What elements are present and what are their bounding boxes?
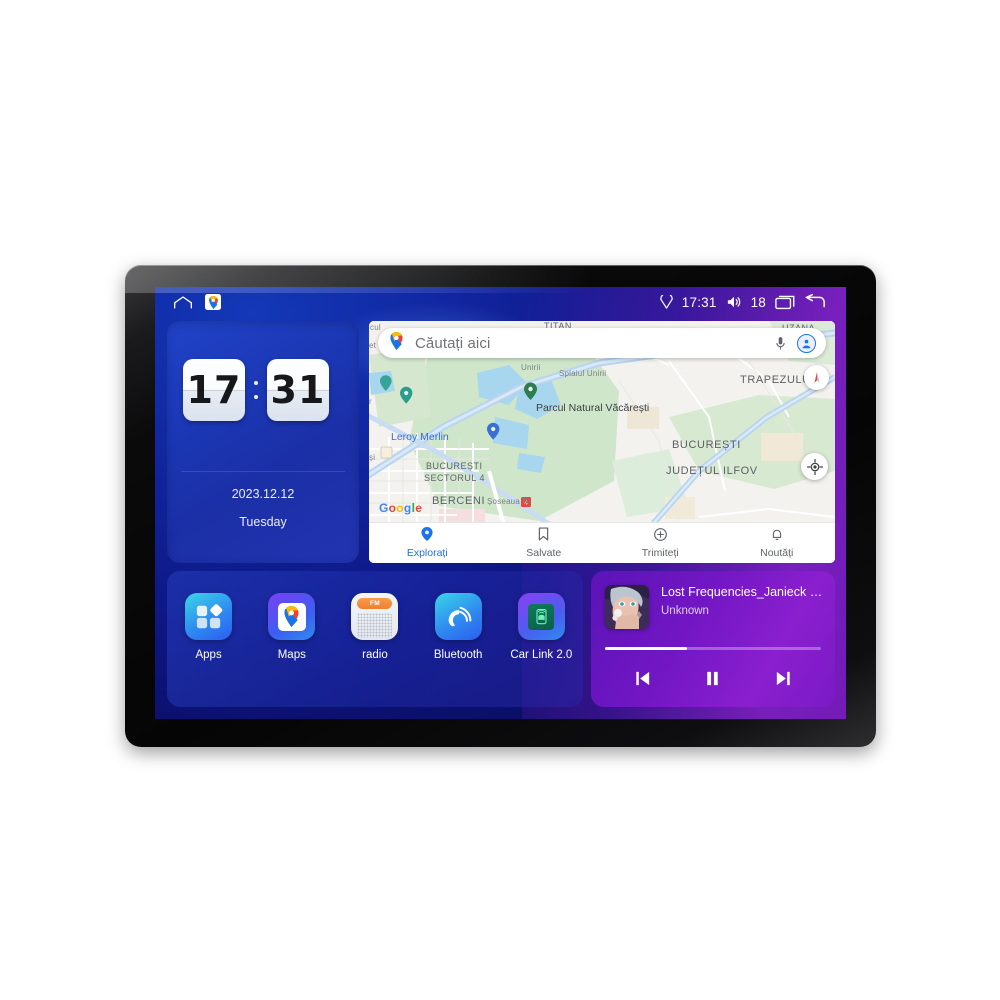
map-bottom-tabs: Explorați Salvate Trimiteți Noutăți <box>369 522 835 563</box>
app-label-bluetooth: Bluetooth <box>433 649 483 661</box>
apps-grid-icon <box>185 593 233 640</box>
pause-button[interactable] <box>696 665 730 691</box>
map-tab-contribute-label: Trimiteți <box>641 546 679 559</box>
map-widget[interactable]: 4 UZANATITANculetUniriiSplaiul Uniri <box>369 321 835 563</box>
clock-hours: 17 <box>186 368 242 412</box>
track-title: Lost Frequencies_Janieck Devy-... <box>661 585 823 599</box>
status-time: 17:31 <box>681 294 717 310</box>
app-label-apps: Apps <box>195 649 222 661</box>
app-label-maps: Maps <box>277 649 306 661</box>
map-tab-contribute[interactable]: Trimiteți <box>602 527 719 559</box>
music-player-widget[interactable]: Lost Frequencies_Janieck Devy-... Unknow… <box>591 571 835 707</box>
next-track-button[interactable] <box>767 665 801 691</box>
google-maps-icon[interactable] <box>205 294 221 310</box>
map-tab-saved[interactable]: Salvate <box>486 527 603 559</box>
app-dock: Apps Maps FM radio Bluetooth Car Link 2.… <box>167 571 583 707</box>
volume-icon <box>726 295 742 309</box>
google-maps-pin-icon <box>389 331 404 355</box>
recents-icon[interactable] <box>775 295 795 310</box>
map-search-bar[interactable]: Căutați aici <box>378 328 826 358</box>
app-list: Apps Maps FM radio Bluetooth Car Link 2.… <box>167 593 583 661</box>
fm-badge: FM <box>369 600 381 607</box>
playback-controls <box>591 665 835 691</box>
map-tab-updates[interactable]: Noutăți <box>719 528 836 559</box>
bell-updates-icon <box>771 528 783 544</box>
clock-divider <box>181 471 345 472</box>
map-tab-explore-label: Explorați <box>406 547 448 559</box>
app-item-maps[interactable]: Maps <box>257 593 327 661</box>
map-search-input[interactable]: Căutați aici <box>415 335 490 352</box>
home-icon[interactable] <box>173 295 193 309</box>
clock-minutes-tile: 31 <box>267 359 329 421</box>
device-screen: 17:31 18 17 31 2023.12.12 Tuesday 4 TITA… <box>155 287 846 719</box>
map-tab-saved-label: Salvate <box>526 547 562 559</box>
app-label-carlink: Car Link 2.0 <box>510 649 573 661</box>
svg-text:4: 4 <box>524 500 528 507</box>
playback-progress-fill <box>605 647 688 650</box>
back-icon[interactable] <box>804 294 826 310</box>
app-item-apps[interactable]: Apps <box>174 593 244 661</box>
bookmark-icon <box>538 527 549 544</box>
compass-icon[interactable] <box>804 365 829 390</box>
account-avatar-icon[interactable] <box>797 333 816 353</box>
explore-pin-icon <box>421 527 433 544</box>
map-tab-updates-label: Noutăți <box>760 546 794 559</box>
bluetooth-phone-icon <box>434 593 482 640</box>
my-location-icon[interactable] <box>801 453 828 480</box>
gps-location-icon <box>659 295 673 309</box>
clock-colon <box>245 381 267 399</box>
microphone-icon[interactable] <box>775 336 786 351</box>
clock-date: 2023.12.12 <box>231 487 295 501</box>
status-bar: 17:31 18 <box>155 287 846 317</box>
google-attribution: Google <box>379 501 423 515</box>
app-label-radio: radio <box>362 649 388 661</box>
clock-widget[interactable]: 17 31 2023.12.12 Tuesday <box>167 321 359 563</box>
playback-progress-bar[interactable] <box>605 647 821 650</box>
track-artist: Unknown <box>661 605 709 617</box>
clock-weekday: Tuesday <box>239 515 287 529</box>
clock-hours-tile: 17 <box>183 359 245 421</box>
volume-level: 18 <box>750 294 766 310</box>
flip-clock: 17 31 <box>183 359 329 421</box>
car-link-icon <box>517 593 565 640</box>
google-maps-icon <box>268 593 316 640</box>
clock-minutes: 31 <box>270 368 326 412</box>
app-item-carlink[interactable]: Car Link 2.0 <box>506 593 576 661</box>
map-tab-explore[interactable]: Explorați <box>369 527 486 559</box>
car-head-unit-device: 17:31 18 17 31 2023.12.12 Tuesday 4 TITA… <box>125 265 876 747</box>
fm-radio-icon: FM <box>351 593 399 640</box>
contribute-plus-icon <box>653 527 667 544</box>
album-art <box>605 585 649 629</box>
app-item-radio[interactable]: FM radio <box>340 593 410 661</box>
previous-track-button[interactable] <box>625 665 659 691</box>
app-item-bluetooth[interactable]: Bluetooth <box>423 593 493 661</box>
